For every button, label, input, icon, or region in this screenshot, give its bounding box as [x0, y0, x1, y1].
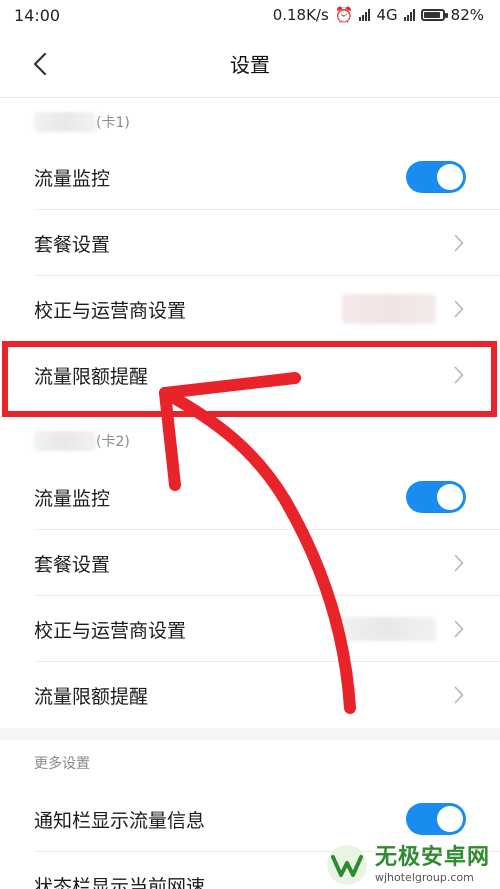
row-label: 通知栏显示流量信息: [34, 809, 206, 832]
signal-icon: [359, 9, 371, 21]
chevron-left-icon: [33, 52, 47, 76]
sim1-header: (卡1): [0, 108, 500, 136]
chevron-right-icon: [452, 553, 466, 573]
signal-2-icon: [403, 9, 415, 21]
row-label: 套餐设置: [34, 553, 111, 576]
watermark-url: wjhotelgroup.com: [374, 871, 474, 884]
sim1-carrier-redacted: [34, 112, 96, 132]
sim2-plan-settings-row[interactable]: 套餐设置: [0, 530, 500, 596]
sim2-label: (卡2): [96, 434, 130, 450]
row-label: 校正与运营商设置: [34, 619, 187, 642]
sim1-plan-settings-row[interactable]: 套餐设置: [0, 210, 500, 276]
sim2-data-monitor-row[interactable]: 流量监控: [0, 464, 500, 530]
chevron-right-icon: [452, 685, 466, 705]
chevron-right-icon: [452, 619, 466, 639]
status-bar: 14:00 0.18K/s ⏰ 4G 82%: [0, 0, 500, 30]
notification-traffic-toggle[interactable]: [406, 803, 466, 835]
back-button[interactable]: [26, 50, 54, 78]
row-label: 套餐设置: [34, 233, 111, 256]
row-label: 流量限额提醒: [34, 685, 149, 708]
sim2-calibration-row[interactable]: 校正与运营商设置: [0, 596, 500, 662]
annotation-highlight-box: [2, 341, 497, 417]
sim2-data-monitor-toggle[interactable]: [406, 481, 466, 513]
page-title: 设置: [230, 53, 270, 77]
sim2-carrier-redacted: [34, 431, 96, 451]
alarm-icon: ⏰: [334, 6, 354, 24]
watermark-title: 无极安卓网: [374, 845, 490, 870]
sim2-operator-redacted: [336, 617, 436, 641]
more-settings-label: 更多设置: [34, 756, 90, 772]
network-type: 4G: [376, 6, 398, 24]
sim1-data-monitor-row[interactable]: 流量监控: [0, 144, 500, 210]
network-speed: 0.18K/s: [272, 6, 329, 24]
sim2-limit-reminder-row[interactable]: 流量限额提醒: [0, 662, 500, 728]
sim2-header: (卡2): [0, 426, 500, 456]
watermark-logo-icon: [326, 845, 367, 885]
nav-bar: 设置: [0, 30, 500, 98]
battery-percent: 82%: [450, 6, 484, 24]
row-label: 状态栏显示当前网速: [34, 875, 206, 889]
row-label: 校正与运营商设置: [34, 299, 187, 322]
sim1-operator-redacted: [342, 294, 436, 324]
row-label: 流量监控: [34, 167, 111, 190]
sim1-label: (卡1): [96, 115, 130, 131]
battery-icon: [420, 9, 448, 21]
watermark: 无极安卓网 wjhotelgroup.com: [325, 843, 490, 887]
chevron-right-icon: [452, 233, 466, 253]
row-label: 流量监控: [34, 487, 111, 510]
status-time: 14:00: [14, 5, 61, 25]
sim1-data-monitor-toggle[interactable]: [406, 161, 466, 193]
more-settings-header: 更多设置: [0, 748, 500, 778]
sim1-calibration-row[interactable]: 校正与运营商设置: [0, 276, 500, 342]
status-indicators: 0.18K/s ⏰ 4G 82%: [273, 6, 484, 24]
chevron-right-icon: [452, 299, 466, 319]
section-gap: [0, 728, 500, 740]
